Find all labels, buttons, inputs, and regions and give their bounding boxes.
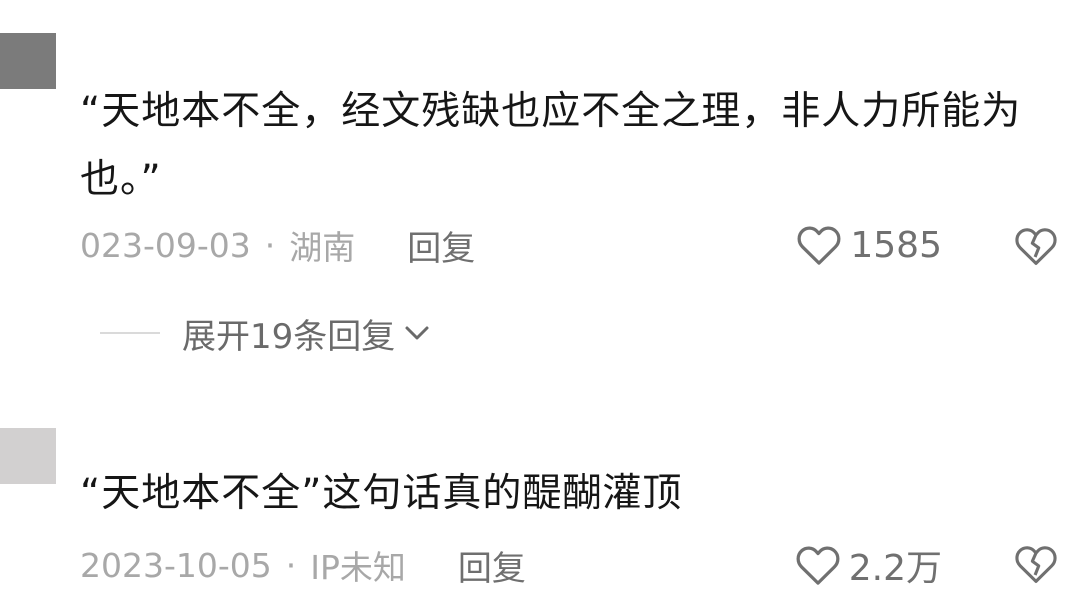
- comment-meta: 023-09-03 · 湖南 回复: [80, 220, 475, 270]
- heart-outline-icon: [797, 226, 841, 265]
- like-count: 1585: [850, 224, 942, 266]
- comment-location: IP未知: [310, 548, 406, 587]
- comment-location: 湖南: [289, 228, 356, 267]
- like-count: 2.2万: [848, 548, 942, 589]
- avatar[interactable]: [0, 428, 56, 484]
- broken-heart-icon[interactable]: [1014, 224, 1058, 268]
- divider: [100, 332, 160, 334]
- chevron-down-icon: [405, 326, 429, 340]
- reply-button[interactable]: 回复: [458, 541, 526, 590]
- like-button[interactable]: 1585: [796, 220, 942, 270]
- comment-text: “天地本不全”这句话真的醍醐灌顶: [80, 471, 683, 516]
- comment-section: “天地本不全，经文残缺也应不全之理，非人力所能为也。” 023-09-03 · …: [0, 0, 1080, 596]
- meta-separator: ·: [285, 545, 297, 585]
- comment-date: 2023-10-05: [80, 545, 272, 585]
- meta-separator: ·: [264, 225, 276, 265]
- comment-date: 023-09-03: [80, 225, 251, 265]
- comment-text: “天地本不全，经文残缺也应不全之理，非人力所能为也。”: [80, 89, 1022, 202]
- reply-button[interactable]: 回复: [407, 221, 475, 270]
- expand-replies-button[interactable]: 展开19条回复: [100, 305, 431, 361]
- heart-outline-icon: [796, 546, 840, 585]
- like-button[interactable]: 2.2万: [795, 540, 942, 590]
- expand-replies-label: 展开19条回复: [182, 316, 396, 357]
- broken-heart-icon[interactable]: [1014, 542, 1058, 586]
- comment-meta: 2023-10-05 · IP未知 回复: [80, 540, 526, 590]
- avatar[interactable]: [0, 33, 56, 89]
